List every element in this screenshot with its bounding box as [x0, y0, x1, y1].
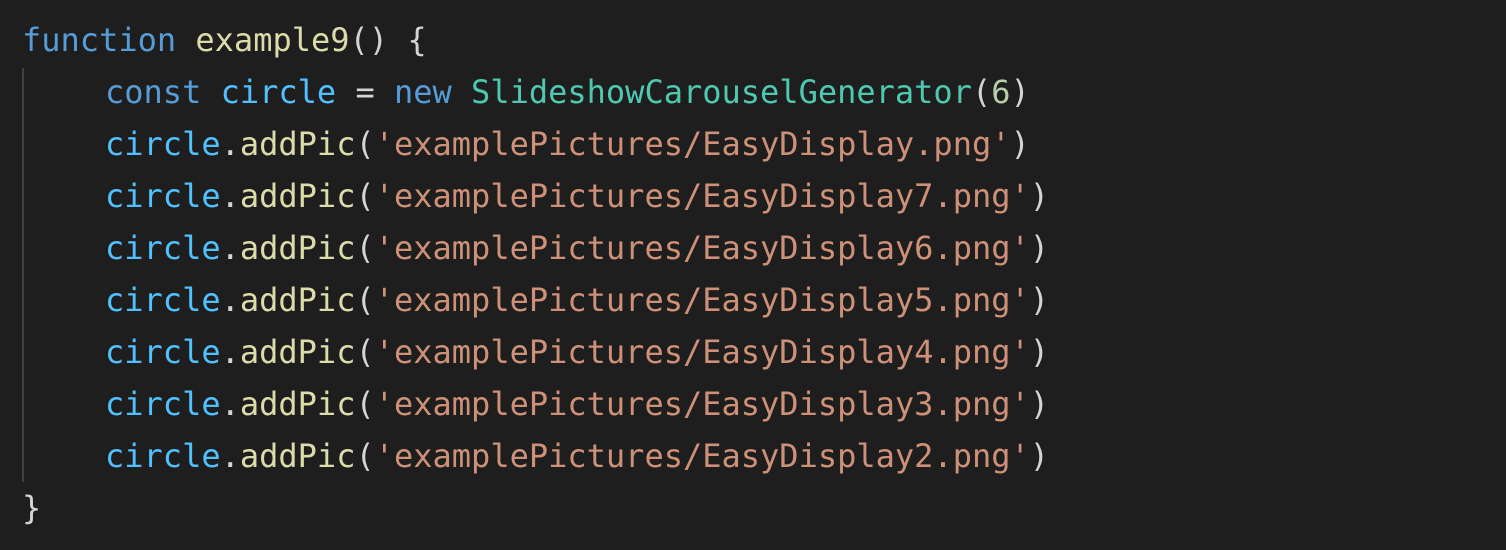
- call-dot: .: [220, 385, 240, 423]
- number-arg: 6: [991, 73, 1011, 111]
- call-method: addPic: [239, 125, 356, 163]
- call-object: circle: [105, 229, 221, 267]
- close-paren: ): [1029, 229, 1050, 267]
- close-paren: ): [1029, 333, 1050, 371]
- open-paren: (: [355, 229, 375, 267]
- close-paren: ): [1010, 125, 1030, 163]
- open-paren: (: [355, 125, 375, 163]
- close-paren: ): [1029, 177, 1050, 215]
- call-dot: .: [220, 333, 240, 371]
- call-method: addPic: [239, 385, 356, 423]
- call-method: addPic: [239, 333, 356, 371]
- string-arg: 'examplePictures/EasyDisplay2.png': [374, 437, 1030, 475]
- close-paren: ): [1029, 437, 1050, 475]
- class-name: SlideshowCarouselGenerator: [471, 73, 972, 111]
- keyword-function: function: [22, 21, 177, 59]
- code-line-10[interactable]: }: [22, 482, 41, 534]
- close-paren: ): [1010, 73, 1030, 111]
- code-line-1[interactable]: function example9() {: [22, 14, 427, 66]
- variable-circle: circle: [220, 73, 337, 111]
- code-line-4[interactable]: circle.addPic('examplePictures/EasyDispl…: [22, 170, 1049, 222]
- open-paren: (: [355, 177, 375, 215]
- call-object: circle: [105, 437, 221, 475]
- code-line-3[interactable]: circle.addPic('examplePictures/EasyDispl…: [22, 118, 1030, 170]
- code-line-2[interactable]: const circle = new SlideshowCarouselGene…: [22, 66, 1030, 118]
- string-arg: 'examplePictures/EasyDisplay.png': [374, 125, 1011, 163]
- call-dot: .: [220, 229, 240, 267]
- call-object: circle: [105, 385, 221, 423]
- open-brace: {: [407, 21, 427, 59]
- code-line-5[interactable]: circle.addPic('examplePictures/EasyDispl…: [22, 222, 1049, 274]
- string-arg: 'examplePictures/EasyDisplay4.png': [374, 333, 1030, 371]
- call-object: circle: [105, 333, 221, 371]
- call-object: circle: [105, 177, 221, 215]
- keyword-const: const: [105, 73, 202, 111]
- close-paren: ): [1029, 385, 1050, 423]
- call-method: addPic: [239, 437, 356, 475]
- open-paren: (: [355, 437, 375, 475]
- code-line-9[interactable]: circle.addPic('examplePictures/EasyDispl…: [22, 430, 1049, 482]
- close-brace: }: [22, 489, 42, 527]
- string-arg: 'examplePictures/EasyDisplay3.png': [374, 385, 1030, 423]
- assign-operator: =: [355, 73, 375, 111]
- code-line-7[interactable]: circle.addPic('examplePictures/EasyDispl…: [22, 326, 1049, 378]
- code-line-6[interactable]: circle.addPic('examplePictures/EasyDispl…: [22, 274, 1049, 326]
- string-arg: 'examplePictures/EasyDisplay5.png': [374, 281, 1030, 319]
- open-paren: (: [971, 73, 992, 111]
- call-dot: .: [220, 281, 240, 319]
- open-paren: (: [355, 281, 375, 319]
- function-parens: (): [349, 21, 389, 59]
- code-editor[interactable]: function example9() { const circle = new…: [0, 0, 1506, 550]
- open-paren: (: [355, 333, 375, 371]
- close-paren: ): [1029, 281, 1050, 319]
- call-method: addPic: [239, 229, 356, 267]
- call-method: addPic: [239, 281, 356, 319]
- call-dot: .: [220, 437, 240, 475]
- function-name: example9: [195, 21, 350, 59]
- string-arg: 'examplePictures/EasyDisplay7.png': [374, 177, 1030, 215]
- keyword-new: new: [393, 73, 452, 111]
- call-method: addPic: [239, 177, 356, 215]
- call-dot: .: [220, 177, 240, 215]
- open-paren: (: [355, 385, 375, 423]
- call-dot: .: [220, 125, 240, 163]
- call-object: circle: [105, 281, 221, 319]
- code-line-8[interactable]: circle.addPic('examplePictures/EasyDispl…: [22, 378, 1049, 430]
- call-object: circle: [105, 125, 221, 163]
- string-arg: 'examplePictures/EasyDisplay6.png': [374, 229, 1030, 267]
